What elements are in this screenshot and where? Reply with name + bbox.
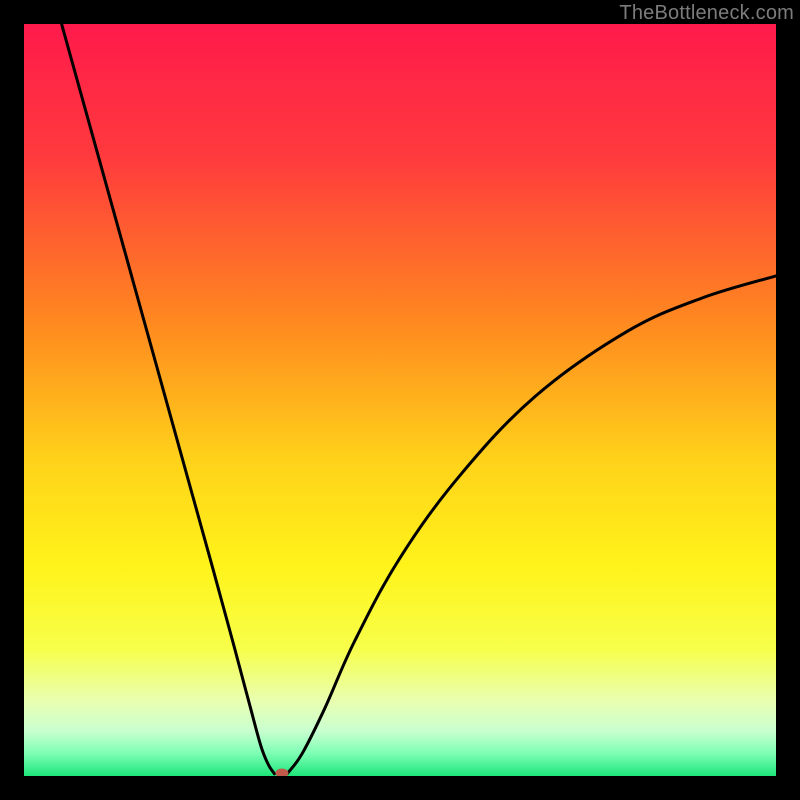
watermark-text: TheBottleneck.com: [619, 2, 794, 25]
chart-svg: [24, 24, 776, 776]
chart-frame: [24, 24, 776, 776]
gradient-background: [24, 24, 776, 776]
chart-plot: [24, 24, 776, 776]
